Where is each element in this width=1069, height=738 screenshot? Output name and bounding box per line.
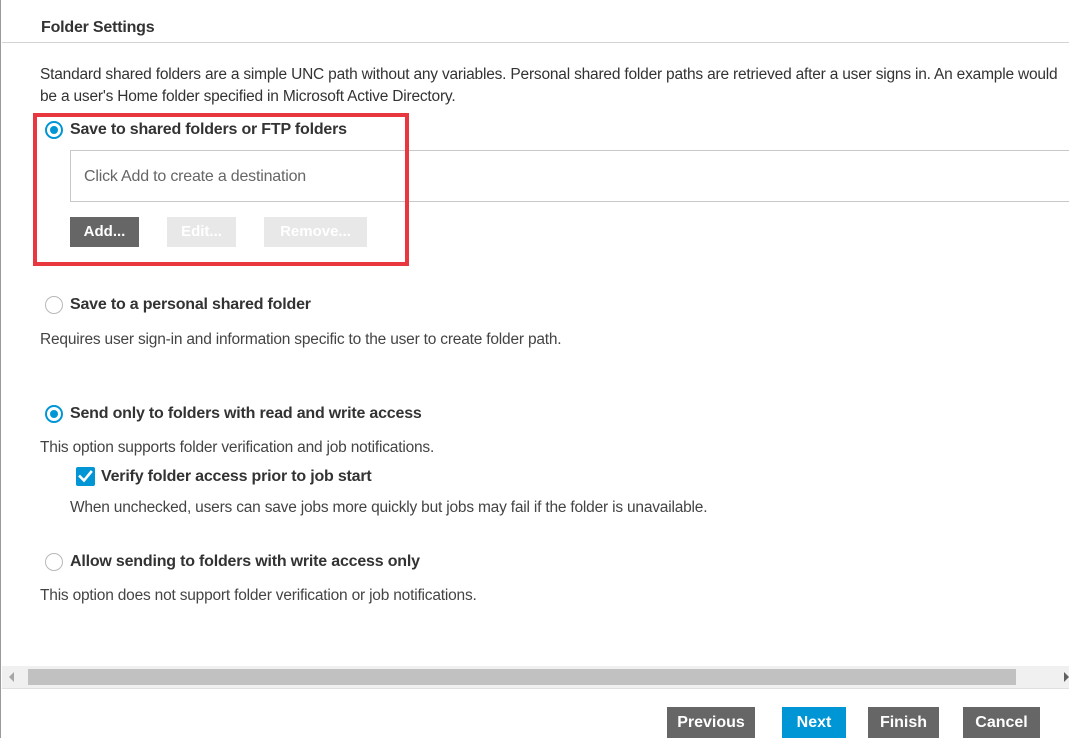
- scroll-right-icon[interactable]: [1064, 672, 1069, 682]
- radio-write-only-access[interactable]: Allow sending to folders with write acce…: [45, 553, 420, 571]
- folder-settings-description: Standard shared folders are a simple UNC…: [40, 66, 1058, 105]
- verify-folder-checkbox-row[interactable]: Verify folder access prior to job start: [76, 467, 372, 486]
- cancel-button[interactable]: Cancel: [963, 707, 1040, 738]
- radio-button-unselected[interactable]: [45, 296, 63, 314]
- scroll-left-icon[interactable]: [9, 672, 14, 682]
- previous-button[interactable]: Previous: [667, 707, 755, 738]
- write-only-description: This option does not support folder veri…: [40, 587, 477, 604]
- highlight-box: [33, 113, 409, 266]
- scrollbar-thumb[interactable]: [28, 669, 1016, 685]
- check-icon: [78, 470, 93, 483]
- verify-folder-description: When unchecked, users can save jobs more…: [70, 499, 708, 516]
- radio-write-only-label: Allow sending to folders with write acce…: [70, 553, 420, 570]
- radio-read-write-access[interactable]: Send only to folders with read and write…: [45, 405, 422, 423]
- radio-read-write-label: Send only to folders with read and write…: [70, 405, 422, 422]
- radio-button-unselected[interactable]: [45, 553, 63, 571]
- horizontal-scrollbar[interactable]: [2, 666, 1069, 688]
- personal-folder-description: Requires user sign-in and information sp…: [40, 331, 562, 348]
- finish-button[interactable]: Finish: [868, 707, 939, 738]
- section-header: Folder Settings: [2, 0, 1069, 43]
- radio-button-selected[interactable]: [45, 405, 63, 423]
- checkbox-checked[interactable]: [76, 467, 95, 486]
- section-title: Folder Settings: [41, 19, 155, 36]
- radio-personal-folder-label: Save to a personal shared folder: [70, 296, 311, 313]
- next-button[interactable]: Next: [782, 707, 846, 738]
- read-write-description: This option supports folder verification…: [40, 439, 435, 456]
- wizard-panel: Folder Settings Standard shared folders …: [0, 0, 1069, 738]
- radio-personal-folder[interactable]: Save to a personal shared folder: [45, 296, 311, 314]
- verify-folder-label: Verify folder access prior to job start: [101, 467, 372, 485]
